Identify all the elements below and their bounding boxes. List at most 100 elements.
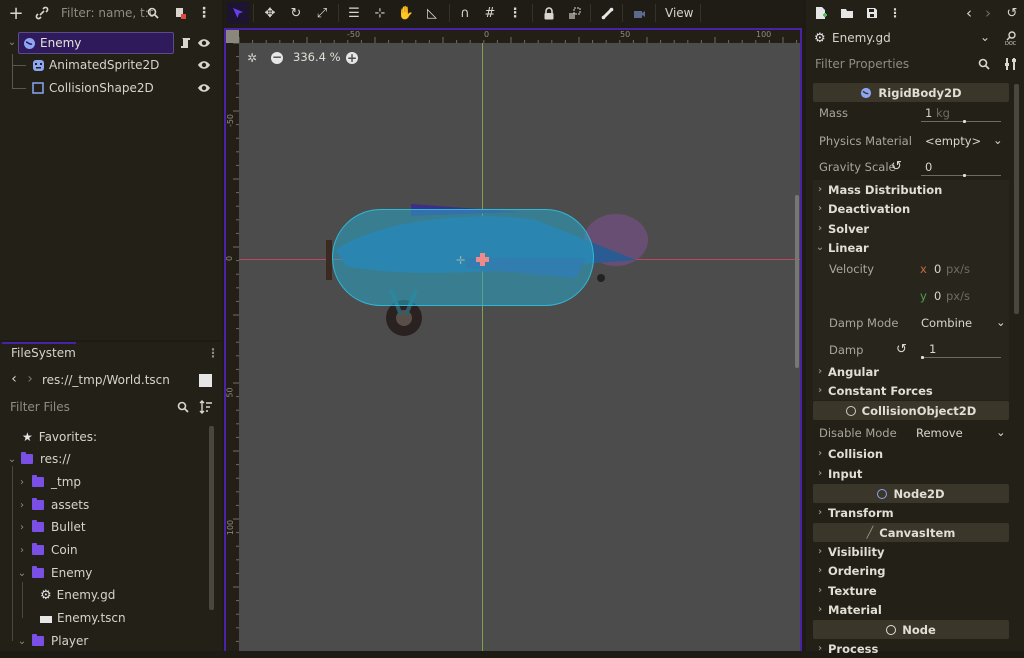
fs-item-enemy-tscn[interactable]: Enemy.tscn [40, 607, 126, 629]
visibility-eye-icon[interactable] [196, 36, 212, 50]
object-history-dropdown-icon[interactable]: ⌄ [980, 30, 990, 44]
section-texture[interactable]: › Texture [814, 581, 1008, 600]
zoom-out-button[interactable]: − [271, 51, 283, 64]
mass-slider[interactable]: 1 kg [921, 104, 1001, 124]
property-tools-icon[interactable] [1002, 56, 1018, 72]
skeleton-bone-icon[interactable] [596, 2, 618, 24]
velocity-y-field[interactable]: y 0 px/s [916, 285, 1006, 307]
pivot-tool-icon[interactable]: ⊹ [369, 2, 391, 24]
canvas-viewport[interactable]: -50 0 50 100 -50 0 50 100 ✲ − 336.4 % + … [224, 28, 802, 651]
center-view-icon[interactable]: ✲ [245, 51, 259, 65]
move-tool-icon[interactable]: ✥ [259, 2, 281, 24]
script-icon[interactable] [178, 36, 192, 50]
slider-grabber[interactable] [963, 120, 967, 123]
ruler-vertical[interactable]: -50 0 50 100 [226, 30, 239, 651]
chevron-down-icon[interactable]: ⌄ [16, 636, 28, 647]
path-field[interactable]: res://_tmp/World.tscn [42, 373, 170, 387]
section-linear[interactable]: ⌄ Linear [814, 238, 1008, 257]
tab-filesystem[interactable]: FileSystem [11, 346, 76, 360]
list-select-tool-icon[interactable]: ☰ [343, 2, 365, 24]
revert-icon[interactable]: ↺ [891, 159, 902, 174]
fs-item-favorites[interactable]: ★ Favorites: [22, 426, 97, 448]
snap-options-menu-icon[interactable]: ⋮ [504, 2, 526, 24]
view-menu[interactable]: View [665, 6, 693, 20]
fs-item-enemy[interactable]: ⌄ Enemy [16, 562, 92, 584]
chevron-right-icon[interactable]: › [16, 500, 28, 511]
inspector-scrollbar[interactable] [1014, 84, 1019, 314]
attach-script-icon[interactable] [172, 5, 188, 21]
history-back-icon[interactable]: ‹ [963, 3, 975, 23]
damp-mode-dropdown-icon[interactable]: ⌄ [996, 315, 1006, 329]
gravity-scale-slider[interactable]: 0 [921, 158, 1001, 178]
fs-item-player[interactable]: ⌄ Player [16, 630, 88, 652]
section-angular[interactable]: › Angular [814, 362, 1008, 381]
back-icon[interactable]: ‹ [8, 371, 20, 387]
chevron-right-icon[interactable]: › [16, 522, 28, 533]
section-solver[interactable]: › Solver [814, 219, 1008, 238]
section-deactivation[interactable]: › Deactivation [814, 199, 1008, 218]
disable-mode-dropdown-icon[interactable]: ⌄ [996, 425, 1006, 439]
filter-files-input[interactable]: Filter Files [10, 400, 70, 414]
fs-item-res[interactable]: ⌄ res:// [6, 448, 70, 470]
filesystem-scrollbar[interactable] [209, 426, 214, 610]
section-visibility[interactable]: › Visibility [814, 542, 1008, 561]
inspector-menu-icon[interactable]: ⋮ [889, 3, 901, 23]
viewport-scrollbar[interactable] [795, 195, 799, 368]
ruler-tool-icon[interactable]: ◺ [421, 2, 443, 24]
section-collision[interactable]: › Collision [814, 444, 1008, 463]
fs-item-coin[interactable]: › Coin [16, 539, 78, 561]
scene-menu-icon[interactable]: ⋮ [197, 4, 211, 22]
select-tool-icon[interactable] [227, 2, 249, 24]
node-origin-icon[interactable] [476, 253, 489, 266]
smart-snap-icon[interactable]: ∩ [454, 2, 476, 24]
revert-icon[interactable]: ↺ [896, 342, 907, 357]
forward-icon[interactable]: › [24, 371, 36, 387]
fs-item-enemy-gd[interactable]: ⚙ Enemy.gd [40, 584, 115, 606]
open-folder-icon[interactable] [839, 5, 855, 21]
chevron-down-icon[interactable]: ⌄ [16, 568, 28, 579]
tree-item-animatedsprite2d[interactable]: AnimatedSprite2D [0, 54, 222, 76]
camera-override-icon[interactable] [628, 2, 650, 24]
slider-grabber[interactable] [963, 174, 967, 177]
save-icon[interactable] [864, 5, 880, 21]
fs-item-tmp[interactable]: › _tmp [16, 471, 81, 493]
velocity-x-field[interactable]: x 0 px/s [916, 258, 1006, 280]
disable-mode-value[interactable]: Remove [916, 426, 963, 440]
add-node-icon[interactable]: + [7, 3, 25, 24]
rotate-tool-icon[interactable]: ↻ [285, 2, 307, 24]
section-transform[interactable]: › Transform [814, 503, 1008, 522]
visibility-eye-icon[interactable] [196, 81, 212, 95]
section-process[interactable]: › Process [814, 639, 1008, 658]
damp-mode-value[interactable]: Combine [921, 316, 972, 330]
lock-icon[interactable] [538, 2, 560, 24]
link-icon[interactable] [33, 4, 51, 22]
slider-grabber[interactable] [921, 356, 924, 359]
grid-snap-icon[interactable]: # [479, 2, 501, 24]
section-mass-distribution[interactable]: › Mass Distribution [814, 180, 1008, 199]
chevron-right-icon[interactable]: › [16, 545, 28, 556]
filter-properties-input[interactable]: Filter Properties [815, 57, 909, 71]
edited-object-name[interactable]: Enemy.gd [832, 31, 891, 45]
section-ordering[interactable]: › Ordering [814, 561, 1008, 580]
fs-item-assets[interactable]: › assets [16, 494, 89, 516]
history-forward-icon[interactable]: › [982, 3, 994, 23]
visibility-eye-icon[interactable] [196, 58, 212, 72]
sort-icon[interactable] [198, 399, 212, 415]
physics-material-value[interactable]: <empty> [925, 134, 981, 148]
tree-item-collisionshape2d[interactable]: CollisionShape2D [0, 77, 222, 99]
physics-material-dropdown-icon[interactable]: ⌄ [993, 133, 1003, 147]
collapse-chevron-icon[interactable]: ⌄ [6, 37, 18, 48]
section-material[interactable]: › Material [814, 600, 1008, 619]
fs-item-bullet[interactable]: › Bullet [16, 516, 86, 538]
chevron-down-icon[interactable]: ⌄ [6, 454, 18, 465]
open-docs-icon[interactable]: DOC [1004, 30, 1018, 46]
ruler-horizontal[interactable]: -50 0 50 100 [226, 30, 800, 43]
pan-tool-icon[interactable]: ✋ [395, 2, 417, 24]
zoom-level[interactable]: 336.4 % [293, 50, 341, 64]
dock-menu-icon[interactable]: ⋮ [207, 344, 219, 362]
chevron-right-icon[interactable]: › [16, 477, 28, 488]
zoom-in-button[interactable]: + [346, 52, 358, 64]
dock-splitter[interactable] [802, 28, 806, 651]
damp-slider[interactable]: 1 [921, 340, 1001, 360]
tree-item-enemy[interactable]: ⌄ Enemy [0, 32, 222, 54]
